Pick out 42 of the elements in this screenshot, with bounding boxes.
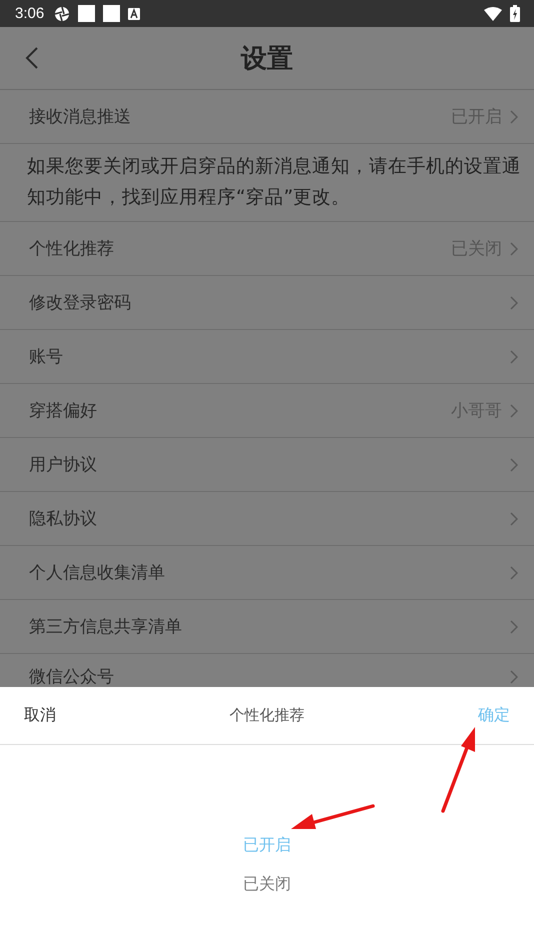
picker-option[interactable]: 已关闭 <box>243 874 291 895</box>
chevron-icon <box>510 512 518 526</box>
battery-icon <box>510 5 520 22</box>
settings-row[interactable]: 账号 <box>0 330 534 384</box>
notice-text: 如果您要关闭或开启穿品的新消息通知，请在手机的设置通知功能中，找到应用程序“穿品”更改。 <box>0 144 534 222</box>
chevron-icon <box>510 404 518 418</box>
square-icon <box>103 5 120 22</box>
row-label: 修改登录密码 <box>29 292 131 314</box>
wifi-icon <box>484 6 502 20</box>
chevron-icon <box>510 670 518 684</box>
row-label: 穿搭偏好 <box>29 400 97 422</box>
settings-row[interactable]: 修改登录密码 <box>0 276 534 330</box>
square-icon <box>78 5 96 22</box>
settings-row[interactable]: 隐私协议 <box>0 492 534 546</box>
chevron-icon <box>510 566 518 580</box>
chevron-icon <box>510 296 518 310</box>
row-label: 隐私协议 <box>29 508 97 530</box>
row-label: 账号 <box>29 346 63 368</box>
row-label: 个性化推荐 <box>29 238 114 260</box>
settings-row[interactable]: 第三方信息共享清单 <box>0 600 534 654</box>
chevron-icon <box>510 350 518 364</box>
confirm-button[interactable]: 确定 <box>476 701 512 730</box>
aperture-icon <box>54 6 70 22</box>
row-label: 第三方信息共享清单 <box>29 616 182 638</box>
status-time: 3:06 <box>15 5 44 22</box>
chevron-icon <box>510 110 518 124</box>
row-label: 用户协议 <box>29 454 97 476</box>
cancel-button[interactable]: 取消 <box>22 701 58 730</box>
chevron-icon <box>510 242 518 256</box>
row-label: 接收消息推送 <box>29 106 131 128</box>
settings-row[interactable]: 用户协议 <box>0 438 534 492</box>
notification-icon <box>128 8 140 20</box>
row-label: 个人信息收集清单 <box>29 562 165 584</box>
chevron-icon <box>510 620 518 634</box>
picker-option[interactable]: 已开启 <box>243 835 291 856</box>
settings-row[interactable]: 微信公众号 <box>0 654 534 687</box>
sheet-title: 个性化推荐 <box>230 706 304 725</box>
settings-row[interactable]: 个人信息收集清单 <box>0 546 534 600</box>
chevron-icon <box>510 458 518 472</box>
row-label: 微信公众号 <box>29 666 114 687</box>
page-title: 设置 <box>241 42 293 76</box>
back-icon[interactable] <box>25 46 39 70</box>
